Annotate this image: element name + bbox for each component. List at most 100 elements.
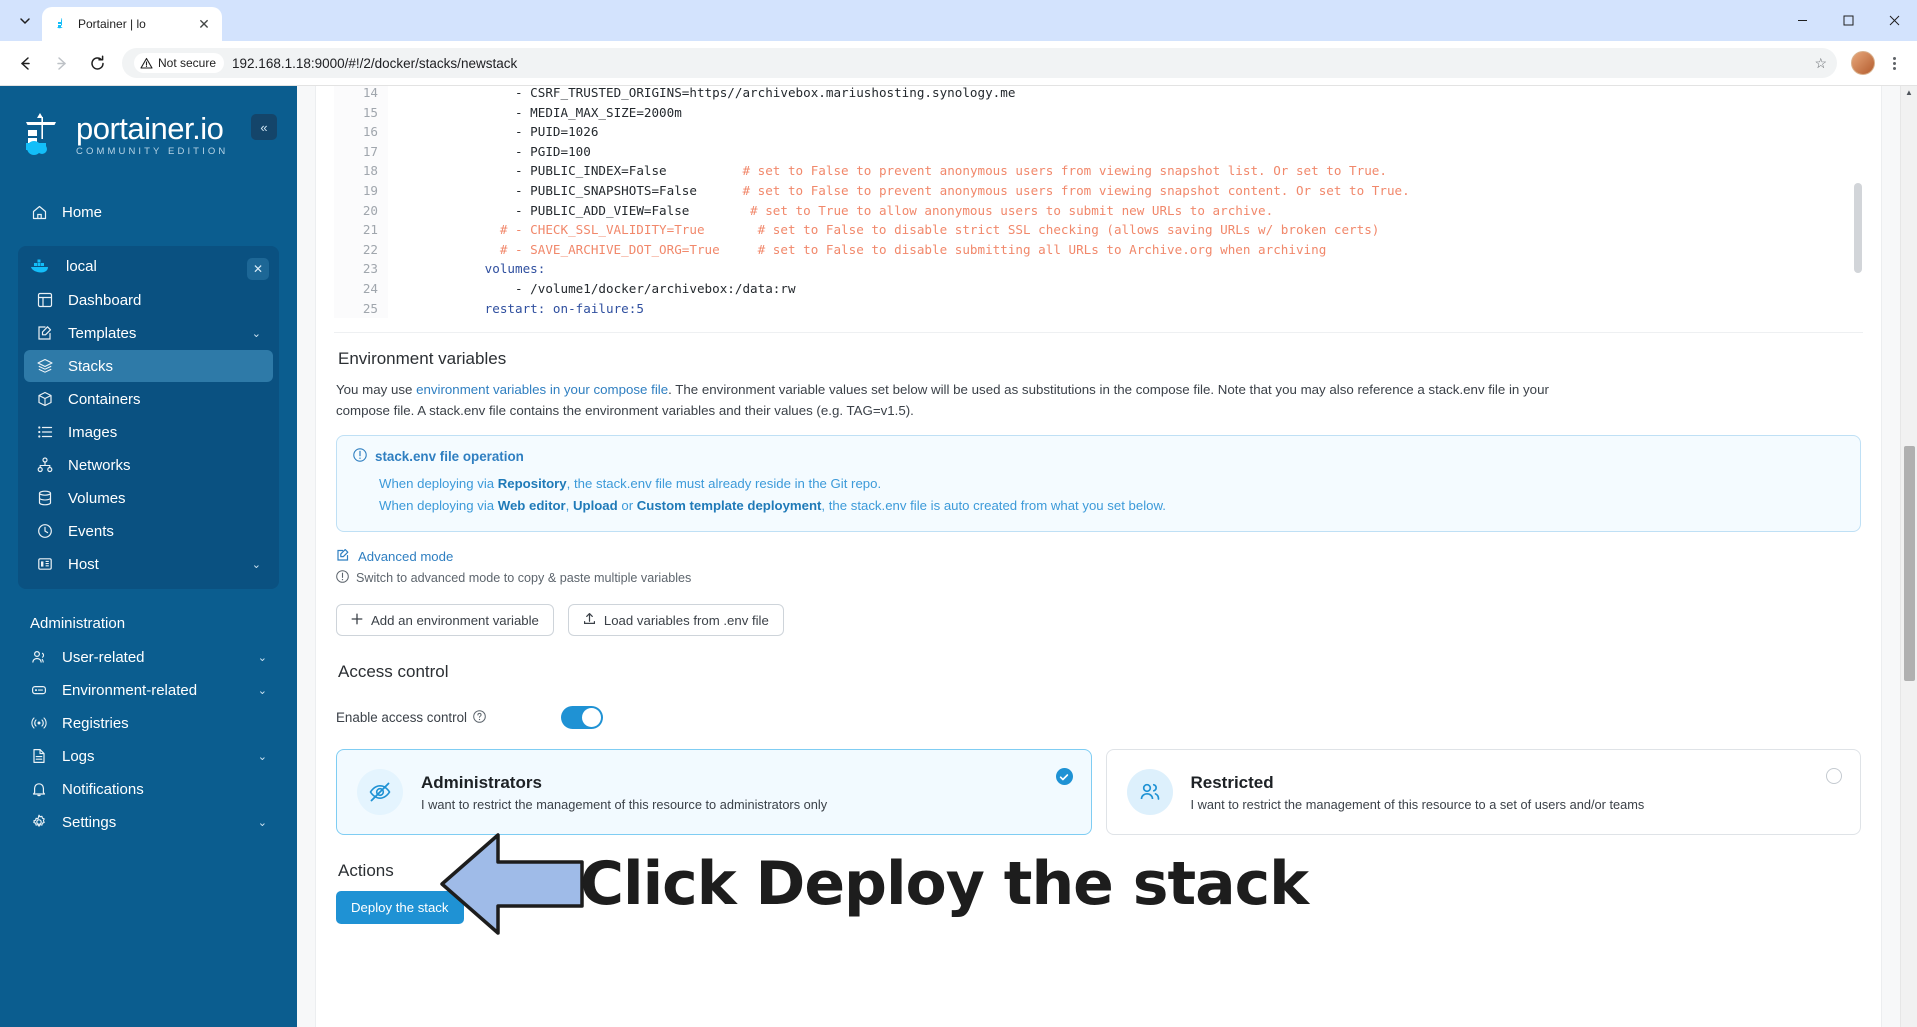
- sidebar-environment-header[interactable]: local ✕: [18, 252, 279, 280]
- sidebar-item-label: Templates: [68, 324, 137, 342]
- sidebar-item-templates[interactable]: Templates ⌄: [24, 317, 273, 349]
- sidebar-collapse-button[interactable]: «: [251, 114, 277, 140]
- sidebar-item-notifications[interactable]: Notifications: [18, 773, 279, 805]
- chevron-down-icon[interactable]: ⌄: [252, 558, 261, 571]
- code-line: 22 # - SAVE_ARCHIVE_DOT_ORG=True # set t…: [334, 239, 1863, 260]
- advanced-mode-link[interactable]: Advanced mode: [336, 548, 1861, 565]
- access-option-administrators[interactable]: Administrators I want to restrict the ma…: [336, 749, 1092, 836]
- browser-tab[interactable]: Portainer | lo ✕: [42, 7, 222, 41]
- access-control-toggle-label: Enable access control: [336, 710, 468, 726]
- sidebar-item-registries[interactable]: Registries: [18, 707, 279, 739]
- window-minimize-button[interactable]: [1779, 0, 1825, 41]
- window-maximize-button[interactable]: [1825, 0, 1871, 41]
- code-token: - PUBLIC_SNAPSHOTS=False: [515, 182, 697, 198]
- compose-editor[interactable]: 14 - CSRF_TRUSTED_ORIGINS=https//archive…: [334, 86, 1863, 334]
- code-line-text: - PUBLIC_INDEX=False # set to False to p…: [388, 161, 1387, 181]
- omnibox[interactable]: Not secure 192.168.1.18:9000/#!/2/docker…: [122, 48, 1837, 78]
- events-icon: [36, 522, 54, 540]
- editor-scrollbar-thumb[interactable]: [1854, 183, 1862, 273]
- home-icon: [30, 203, 48, 221]
- url-text: 192.168.1.18:9000/#!/2/docker/stacks/new…: [232, 55, 518, 71]
- code-line-number: 24: [334, 278, 388, 299]
- sidebar-item-label: Dashboard: [68, 291, 142, 309]
- tab-close-icon[interactable]: ✕: [196, 17, 212, 31]
- code-line: 18 - PUBLIC_INDEX=False # set to False t…: [334, 161, 1863, 181]
- toggle-knob: [582, 708, 601, 728]
- main-content: 14 - CSRF_TRUSTED_ORIGINS=https//archive…: [297, 86, 1917, 1027]
- code-token: - PUBLIC_INDEX=False: [515, 163, 667, 179]
- chevron-down-icon[interactable]: ⌄: [252, 327, 261, 340]
- sidebar-item-volumes[interactable]: Volumes: [24, 482, 273, 514]
- editor-scrollbar[interactable]: [1854, 86, 1862, 279]
- sidebar-item-label: Stacks: [68, 357, 114, 375]
- sidebar-item-images[interactable]: Images: [24, 416, 273, 448]
- window-close-button[interactable]: [1871, 0, 1917, 41]
- advanced-mode-note-label: Switch to advanced mode to copy & paste …: [356, 571, 692, 586]
- forward-icon[interactable]: [44, 46, 78, 80]
- page-scrollbar[interactable]: ▲: [1900, 86, 1917, 1027]
- browser-menu-icon[interactable]: [1879, 46, 1909, 80]
- question-circle-icon[interactable]: [473, 709, 486, 726]
- deploy-the-stack-button[interactable]: Deploy the stack: [336, 891, 464, 925]
- not-secure-badge[interactable]: Not secure: [134, 53, 225, 73]
- page-scrollbar-thumb[interactable]: [1904, 446, 1915, 681]
- code-line-number: 25: [334, 298, 388, 319]
- code-line-text: - MEDIA_MAX_SIZE=2000m: [388, 103, 682, 123]
- code-line: 20 - PUBLIC_ADD_VIEW=False # set to True…: [334, 200, 1863, 221]
- sidebar-item-label: Volumes: [68, 489, 126, 507]
- profile-avatar[interactable]: [1851, 51, 1875, 75]
- load-env-file-button[interactable]: Load variables from .env file: [567, 604, 784, 637]
- access-option-restricted[interactable]: Restricted I want to restrict the manage…: [1105, 749, 1861, 836]
- code-line-number: 14: [334, 86, 388, 103]
- back-icon[interactable]: [8, 46, 42, 80]
- sidebar-item-stacks[interactable]: Stacks: [24, 350, 273, 382]
- browser-toolbar: Not secure 192.168.1.18:9000/#!/2/docker…: [0, 41, 1917, 86]
- code-line: 21 # - CHECK_SSL_VALIDITY=True # set to …: [334, 220, 1863, 240]
- code-token: - MEDIA_MAX_SIZE=2000m: [515, 104, 682, 120]
- chevron-down-icon[interactable]: ⌄: [258, 684, 267, 697]
- advanced-mode-note: Switch to advanced mode to copy & paste …: [336, 570, 1861, 586]
- logs-icon: [30, 747, 48, 765]
- code-token: - /volume1/docker/archivebox:/data:rw: [515, 280, 796, 296]
- sidebar-logo[interactable]: portainer.io COMMUNITY EDITION «: [0, 86, 297, 160]
- code-comment: # set to False to disable strict SSL che…: [704, 222, 1380, 238]
- access-control-options: Administrators I want to restrict the ma…: [336, 749, 1861, 836]
- sidebar-item-logs[interactable]: Logs ⌄: [18, 740, 279, 772]
- bookmark-star-icon[interactable]: ☆: [1814, 55, 1827, 72]
- code-line: 15 - MEDIA_MAX_SIZE=2000m: [334, 102, 1863, 123]
- docker-whale-icon: [30, 257, 52, 275]
- access-option-radio[interactable]: [1826, 768, 1842, 785]
- sidebar-item-containers[interactable]: Containers: [24, 383, 273, 415]
- sidebar-item-dashboard[interactable]: Dashboard: [24, 284, 273, 316]
- chevron-down-icon[interactable]: ⌄: [258, 651, 267, 664]
- sidebar-item-environment-related[interactable]: Environment-related ⌄: [18, 674, 279, 706]
- chevron-down-icon[interactable]: ⌄: [258, 750, 267, 763]
- code-comment: # set to False to prevent anonymous user…: [666, 163, 1387, 179]
- sidebar-item-home[interactable]: Home: [18, 196, 279, 228]
- sidebar-item-user-related[interactable]: User-related ⌄: [18, 641, 279, 673]
- reload-icon[interactable]: [80, 46, 114, 80]
- info-circle-icon: [336, 570, 349, 586]
- access-option-selected-check-icon[interactable]: [1055, 768, 1073, 786]
- sidebar-item-networks[interactable]: Networks: [24, 449, 273, 481]
- add-environment-variable-button[interactable]: Add an environment variable: [336, 604, 554, 637]
- sidebar-item-events[interactable]: Events: [24, 515, 273, 547]
- scroll-up-arrow-icon[interactable]: ▲: [1901, 86, 1917, 97]
- form-body: Environment variables You may use enviro…: [316, 333, 1881, 948]
- warning-triangle-icon: [140, 57, 153, 69]
- sidebar-item-host[interactable]: Host ⌄: [24, 548, 273, 580]
- code-line-number: 16: [334, 122, 388, 142]
- env-vars-doc-link[interactable]: environment variables in your compose fi…: [416, 382, 668, 397]
- enable-access-control-toggle[interactable]: [561, 706, 603, 730]
- access-option-desc: I want to restrict the management of thi…: [421, 796, 828, 812]
- sidebar-item-settings[interactable]: Settings ⌄: [18, 806, 279, 838]
- code-line-text: restart: on-failure:5: [388, 299, 644, 319]
- sidebar-environment-close-icon[interactable]: ✕: [247, 258, 269, 280]
- code-line: 24 - /volume1/docker/archivebox:/data:rw: [334, 278, 1863, 299]
- tab-list-icon[interactable]: [8, 4, 42, 38]
- infobox-title-row: stack.env file operation: [353, 448, 1844, 465]
- upload-icon: [583, 612, 596, 628]
- chevron-down-icon[interactable]: ⌄: [258, 816, 267, 829]
- code-line-number: 18: [334, 161, 388, 181]
- code-line-text: - PUBLIC_SNAPSHOTS=False # set to False …: [388, 181, 1410, 201]
